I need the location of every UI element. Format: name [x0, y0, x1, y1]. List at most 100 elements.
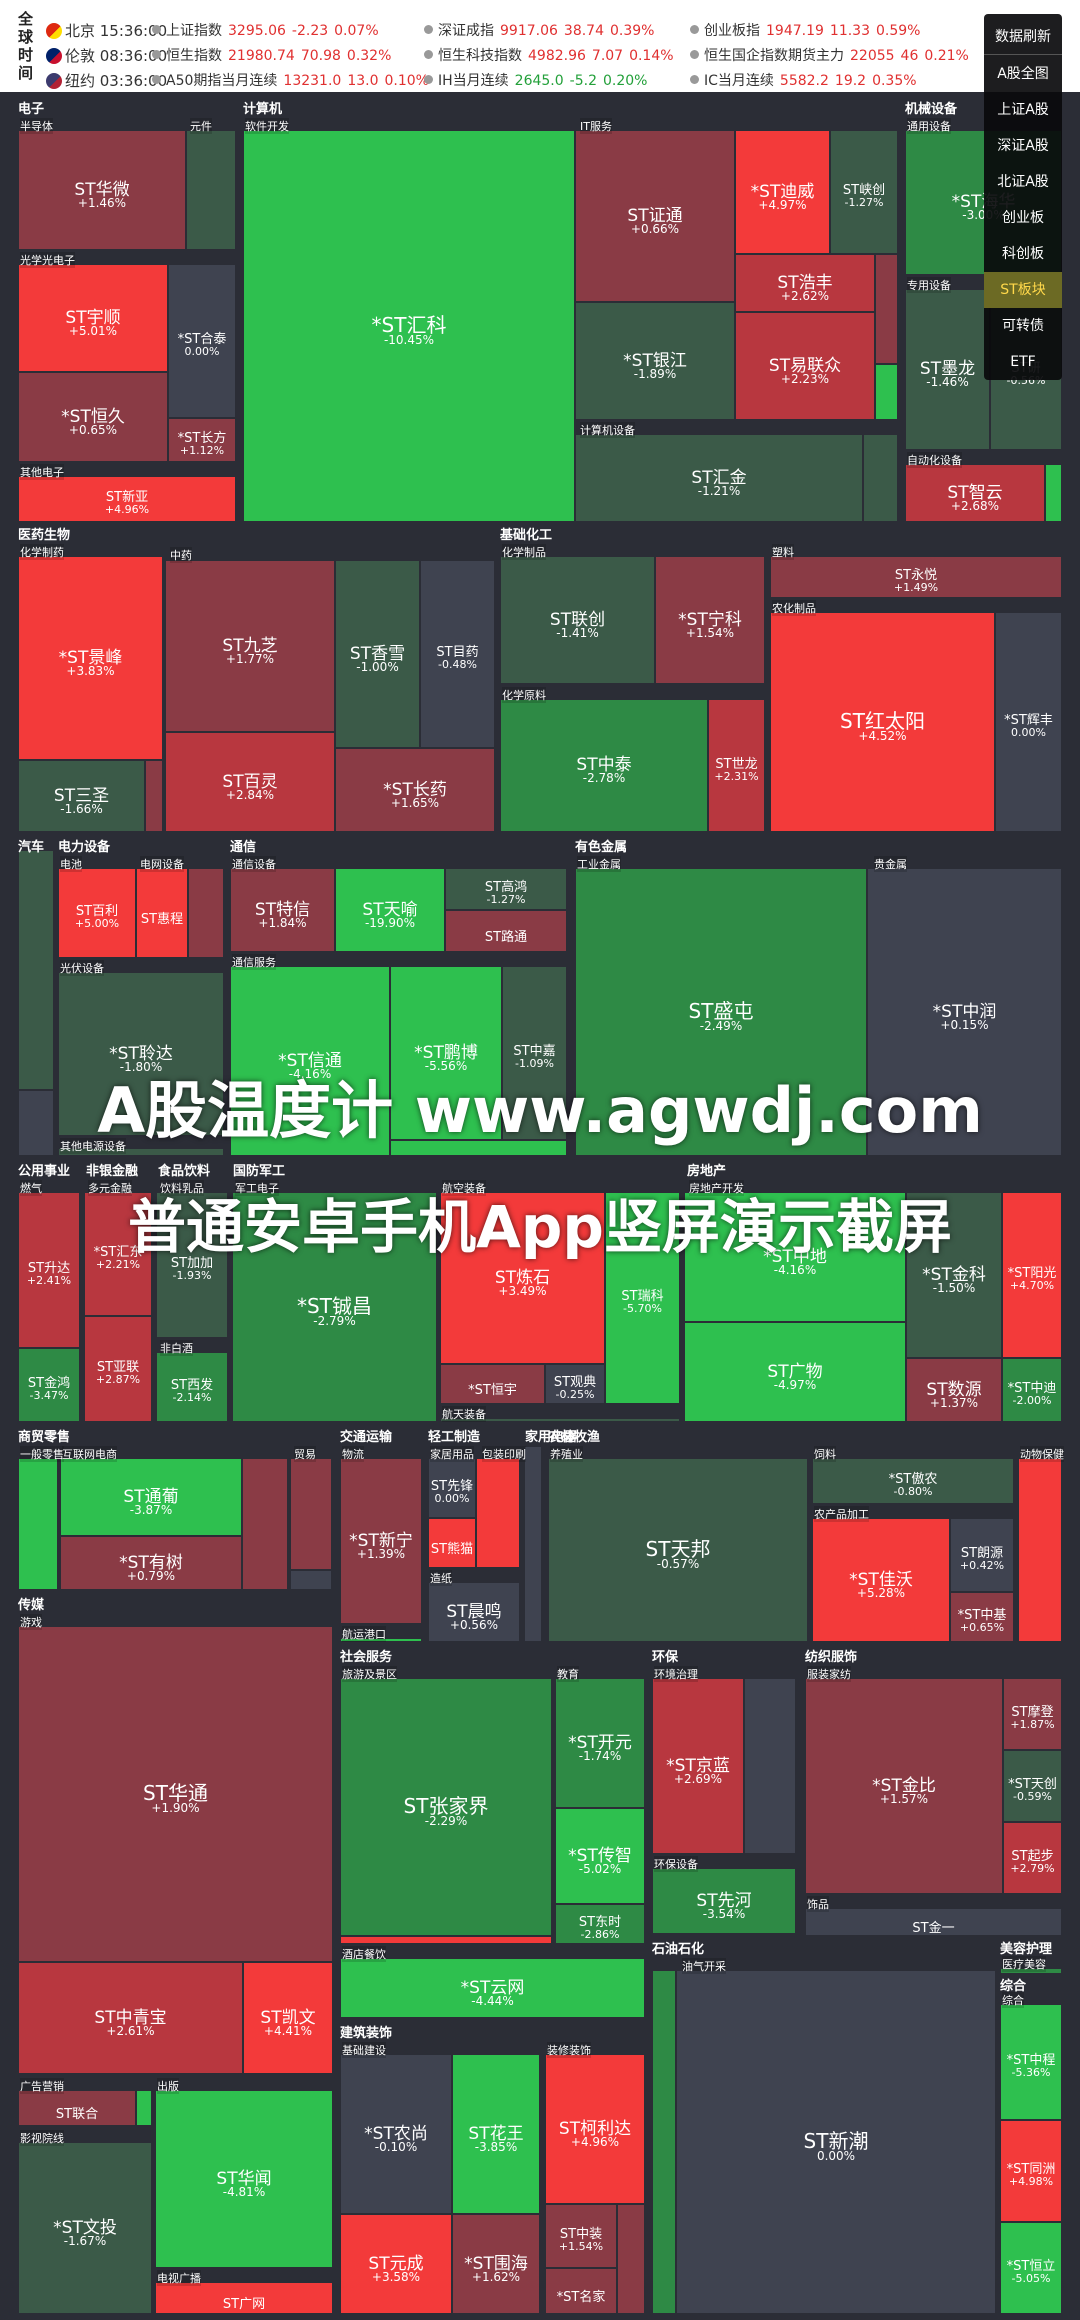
stock-tile[interactable] — [186, 130, 236, 250]
stock-tile[interactable]: ST数源 +1.37% — [906, 1358, 1002, 1422]
stock-tile[interactable]: ST熊猫 — [428, 1518, 476, 1568]
stock-tile[interactable]: *ST景峰 +3.83% — [18, 556, 163, 760]
refresh-button[interactable]: 数据刷新 — [984, 20, 1062, 55]
stock-tile[interactable]: ST东时 -2.86% — [555, 1904, 645, 1944]
stock-tile[interactable]: *ST京蓝 +2.69% — [652, 1678, 744, 1854]
stock-tile[interactable]: ST红太阳 +4.52% — [770, 612, 995, 832]
stock-tile[interactable]: ST通葡 -3.87% — [60, 1458, 242, 1536]
stock-tile[interactable] — [136, 2090, 152, 2126]
stock-tile[interactable]: ST世龙 +2.31% — [708, 699, 765, 832]
stock-tile[interactable]: *ST文投 -1.67% — [18, 2142, 152, 2314]
stock-tile[interactable]: ST汇金 -1.21% — [575, 434, 863, 522]
stock-tile[interactable] — [188, 868, 224, 958]
stock-tile[interactable]: ST智云 +2.68% — [905, 464, 1045, 522]
menu-item[interactable]: 科创板 — [984, 236, 1062, 272]
stock-tile[interactable]: ST路通 — [445, 910, 567, 952]
stock-tile[interactable] — [744, 1678, 796, 1854]
stock-tile[interactable] — [145, 760, 163, 832]
stock-tile[interactable] — [340, 1936, 552, 1944]
stock-tile[interactable]: *ST辉丰 0.00% — [995, 612, 1062, 832]
stock-tile[interactable]: *ST中基 +0.65% — [950, 1592, 1014, 1642]
menu-item[interactable]: 创业板 — [984, 200, 1062, 236]
stock-tile[interactable] — [290, 1570, 332, 1590]
stock-tile[interactable] — [875, 364, 898, 420]
stock-tile[interactable]: ST金鸿 -3.47% — [18, 1348, 80, 1422]
stock-tile[interactable]: *ST云网 -4.44% — [340, 1958, 645, 2018]
stock-tile[interactable]: *ST传智 -5.02% — [555, 1808, 645, 1904]
stock-tile[interactable]: ST特信 +1.84% — [230, 868, 335, 952]
stock-tile[interactable]: *ST中迪 -2.00% — [1002, 1358, 1062, 1422]
stock-tile[interactable]: *ST同洲 +4.98% — [1000, 2120, 1062, 2222]
stock-tile[interactable]: *ST围海 +1.62% — [452, 2214, 540, 2314]
stock-tile[interactable]: ST凯文 +4.41% — [243, 1962, 333, 2074]
stock-tile[interactable] — [476, 1458, 520, 1568]
stock-tile[interactable]: *ST银江 -1.89% — [575, 302, 735, 420]
stock-tile[interactable]: *ST迪威 +4.97% — [735, 130, 830, 254]
stock-tile[interactable] — [617, 2204, 645, 2314]
stock-tile[interactable]: *ST恒宇 — [440, 1364, 545, 1404]
stock-tile[interactable]: ST观典 -0.25% — [545, 1364, 605, 1404]
stock-tile[interactable] — [524, 1446, 542, 1642]
stock-tile[interactable]: *ST开元 -1.74% — [555, 1678, 645, 1808]
stock-tile[interactable]: *ST佳沃 +5.28% — [812, 1518, 950, 1642]
stock-tile[interactable]: ST永悦 +1.49% — [770, 556, 1062, 598]
stock-tile[interactable]: ST华微 +1.46% — [18, 130, 186, 250]
stock-tile[interactable]: *ST长药 +1.65% — [335, 748, 495, 832]
stock-tile[interactable]: ST先河 -3.54% — [652, 1868, 796, 1934]
stock-tile[interactable]: ST联合 — [18, 2090, 136, 2126]
stock-tile[interactable]: ST新潮 0.00% — [676, 1970, 996, 2314]
stock-tile[interactable]: ST惠程 — [136, 868, 188, 958]
stock-tile[interactable]: ST广物 -4.97% — [684, 1322, 906, 1422]
stock-tile[interactable]: ST中装 +1.54% — [545, 2204, 617, 2268]
menu-item[interactable]: 深证A股 — [984, 128, 1062, 164]
stock-tile[interactable]: *ST恒久 +0.65% — [18, 372, 168, 462]
stock-tile[interactable]: *ST长方 +1.12% — [168, 418, 236, 462]
stock-tile[interactable]: ST高鸿 -1.27% — [445, 868, 567, 910]
stock-tile[interactable]: ST晨鸣 +0.56% — [428, 1582, 520, 1642]
stock-tile[interactable]: ST元成 +3.58% — [340, 2214, 452, 2314]
stock-tile[interactable]: *ST有树 +0.79% — [60, 1536, 242, 1590]
stock-tile[interactable]: *ST中程 -5.36% — [1000, 2004, 1062, 2120]
stock-tile[interactable] — [652, 1970, 676, 2314]
stock-tile[interactable]: ST百利 +5.00% — [58, 868, 136, 958]
stock-tile[interactable]: *ST宁科 +1.54% — [655, 556, 765, 684]
stock-tile[interactable]: ST中泰 -2.78% — [500, 699, 708, 832]
stock-tile[interactable]: ST金一 — [805, 1908, 1062, 1936]
stock-tile[interactable]: ST目药 -0.48% — [420, 560, 495, 748]
stock-tile[interactable]: ST朗源 +0.42% — [950, 1518, 1014, 1592]
stock-tile[interactable]: ST天喻 -19.90% — [335, 868, 445, 952]
stock-tile[interactable]: ST柯利达 +4.96% — [545, 2054, 645, 2204]
stock-tile[interactable] — [18, 1458, 58, 1590]
menu-item[interactable]: 上证A股 — [984, 92, 1062, 128]
stock-tile[interactable]: ST花王 -3.85% — [452, 2054, 540, 2214]
stock-tile[interactable]: *ST金比 +1.57% — [805, 1678, 1003, 1894]
stock-tile[interactable]: ST峡创 -1.27% — [830, 130, 898, 254]
menu-item[interactable]: 可转债 — [984, 308, 1062, 344]
stock-tile[interactable] — [1045, 464, 1062, 522]
stock-tile[interactable]: ST墨龙 -1.46% — [905, 289, 990, 450]
stock-tile[interactable]: ST宇顺 +5.01% — [18, 264, 168, 372]
stock-tile[interactable]: ST联创 -1.41% — [500, 556, 655, 684]
menu-item[interactable]: A股全图 — [984, 56, 1062, 92]
stock-tile[interactable]: ST三圣 -1.66% — [18, 760, 145, 832]
stock-tile[interactable]: *ST恒立 -5.05% — [1000, 2222, 1062, 2314]
stock-tile[interactable] — [242, 1458, 288, 1590]
stock-tile[interactable]: *ST天创 -0.59% — [1003, 1750, 1062, 1822]
stock-tile[interactable]: *ST汇科 -10.45% — [243, 130, 575, 522]
stock-tile[interactable] — [875, 254, 898, 364]
stock-tile[interactable]: ST浩丰 +2.62% — [735, 254, 875, 312]
stock-tile[interactable]: *ST新宁 +1.39% — [340, 1458, 422, 1624]
stock-tile[interactable]: ST先锋 0.00% — [428, 1458, 476, 1518]
stock-tile[interactable]: *ST农尚 -0.10% — [340, 2054, 452, 2214]
stock-tile[interactable]: ST新亚 +4.96% — [18, 476, 236, 522]
stock-tile[interactable]: ST华通 +1.90% — [18, 1626, 333, 1962]
stock-tile[interactable]: ST西发 -2.14% — [156, 1352, 228, 1422]
stock-tile[interactable]: ST张家界 -2.29% — [340, 1678, 552, 1936]
menu-item[interactable]: 北证A股 — [984, 164, 1062, 200]
stock-tile[interactable]: ST九芝 +1.77% — [165, 560, 335, 732]
stock-tile[interactable]: ST证通 +0.66% — [575, 130, 735, 302]
stock-tile[interactable]: ST中青宝 +2.61% — [18, 1962, 243, 2074]
stock-tile[interactable]: ST亚联 +2.87% — [84, 1316, 152, 1422]
stock-tile[interactable]: ST摩登 +1.87% — [1003, 1678, 1062, 1750]
stock-tile[interactable]: ST易联众 +2.23% — [735, 312, 875, 420]
